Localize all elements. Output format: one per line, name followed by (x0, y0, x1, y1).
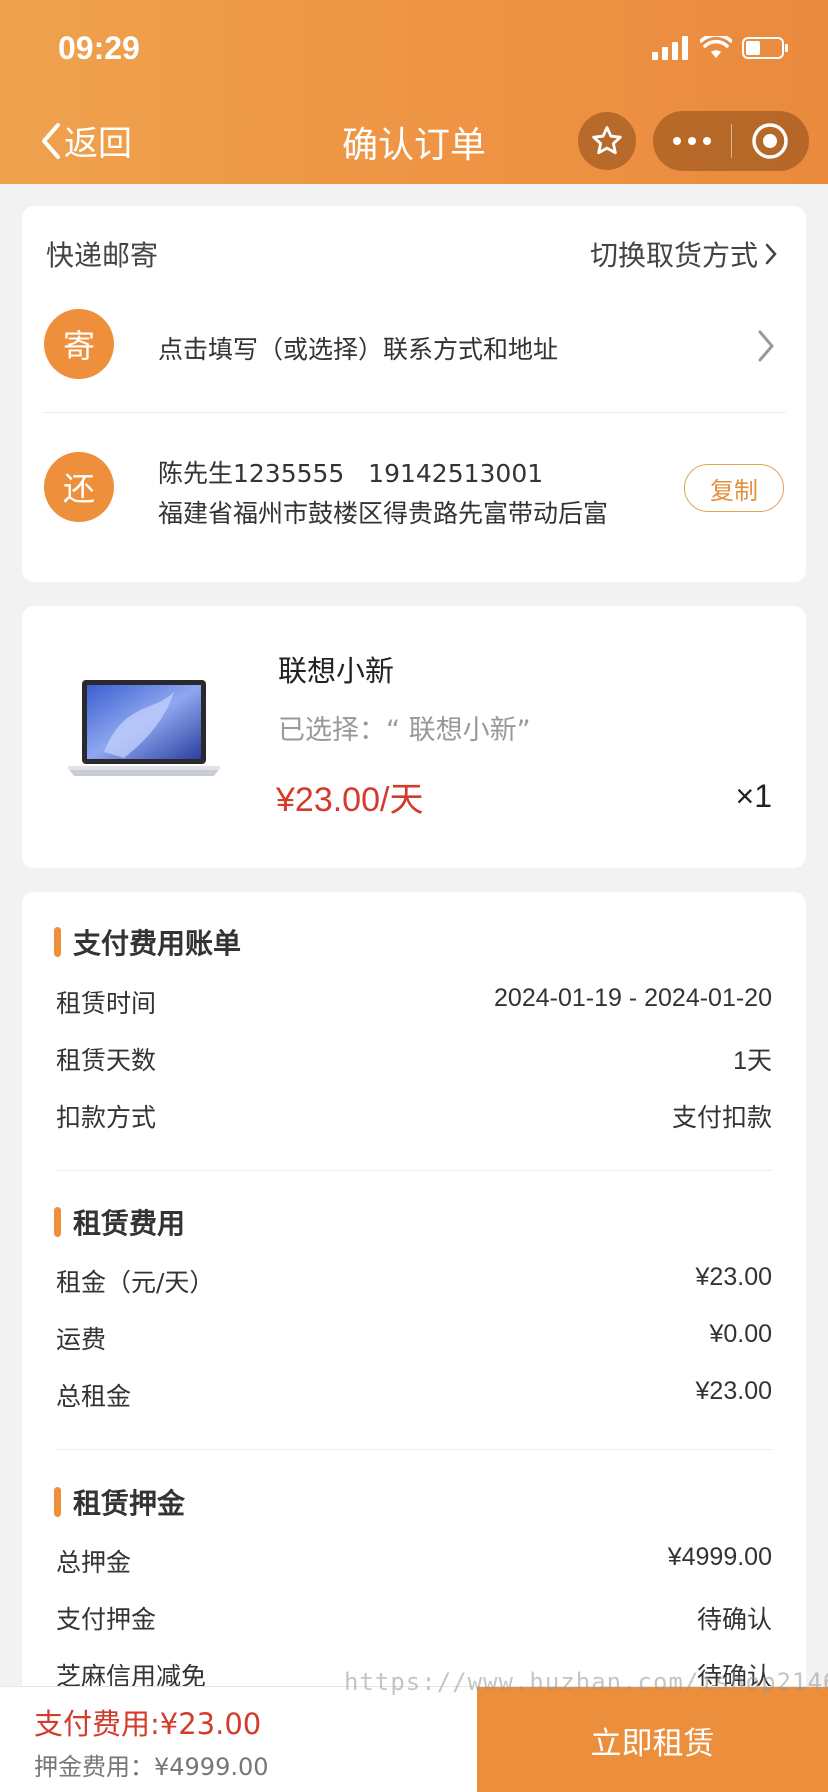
bill-row: 支付押金 待确认 (56, 1600, 772, 1636)
section-header: 支付费用账单 (54, 922, 241, 962)
bill-row-value: 1天 (733, 1047, 772, 1075)
bill-row-value: ¥4999.00 (667, 1543, 772, 1571)
address-divider (42, 412, 786, 413)
send-address-prompt[interactable]: 点击填写（或选择）联系方式和地址 (158, 330, 558, 366)
favorite-button[interactable] (578, 112, 636, 170)
bill-row-label: 扣款方式 (56, 1103, 157, 1132)
return-contact: 陈先生1235555 19142513001 (158, 459, 544, 488)
return-badge: 还 (44, 452, 114, 522)
bill-row-value: 待确认 (696, 1606, 772, 1634)
app-header: 09:29 返回 确认订单 (0, 0, 828, 184)
section-title: 租赁费用 (73, 1207, 186, 1240)
chevron-right-icon (758, 330, 774, 362)
battery-icon (742, 37, 788, 59)
address-card: 快递邮寄 切换取货方式 寄 点击填写（或选择）联系方式和地址 还 陈先生1235… (22, 206, 806, 582)
bill-row: 总租金 ¥23.00 (56, 1377, 772, 1413)
deposit-fee: 押金费用：¥4999.00 (34, 1753, 269, 1781)
bill-row-value: ¥0.00 (709, 1320, 772, 1348)
bill-row: 租赁时间 2024-01-19 - 2024-01-20 (56, 984, 772, 1020)
section-title: 支付费用账单 (73, 927, 242, 960)
close-mini-program-button[interactable] (732, 111, 810, 171)
section-title: 租赁押金 (73, 1487, 186, 1520)
signal-icon (652, 36, 688, 60)
bill-row-label: 总押金 (56, 1548, 132, 1577)
mini-program-capsule (653, 111, 809, 171)
return-address: 福建省福州市鼓楼区得贵路先富带动后富 (158, 499, 609, 528)
bill-card: 支付费用账单 租赁时间 2024-01-19 - 2024-01-20 租赁天数… (22, 892, 806, 1712)
bill-row-value: 支付扣款 (671, 1104, 772, 1132)
bill-row-label: 总租金 (56, 1382, 132, 1411)
bottom-action-bar: 支付费用:¥23.00 押金费用：¥4999.00 立即租赁 (0, 1686, 828, 1792)
bill-row: 租赁天数 1天 (56, 1041, 772, 1077)
switch-pickup-label: 切换取货方式 (589, 239, 758, 272)
product-name: 联想小新 (278, 654, 395, 688)
more-dots-icon (672, 137, 711, 145)
bill-row-label: 租赁天数 (56, 1046, 157, 1075)
more-button[interactable] (653, 111, 731, 171)
bill-row-label: 运费 (56, 1325, 107, 1354)
bill-row: 运费 ¥0.00 (56, 1320, 772, 1356)
laptop-product-image (68, 680, 220, 776)
bill-row-label: 支付押金 (56, 1605, 157, 1634)
section-header: 租赁押金 (54, 1482, 185, 1522)
section-accent-bar (54, 1207, 61, 1237)
chevron-right-icon (765, 243, 777, 265)
bill-row: 总押金 ¥4999.00 (56, 1543, 772, 1579)
product-quantity: ×1 (735, 778, 772, 814)
bill-row-value: ¥23.00 (695, 1263, 772, 1291)
product-card: 联想小新 已选择：“ 联想小新” ¥23.00/天 ×1 (22, 606, 806, 868)
bill-row-value: ¥23.00 (695, 1377, 772, 1405)
section-accent-bar (54, 927, 61, 957)
product-selected-spec: 已选择：“ 联想小新” (278, 715, 531, 746)
star-icon (592, 126, 622, 155)
section-divider (56, 1170, 772, 1171)
bill-row-value: 2024-01-19 - 2024-01-20 (494, 984, 772, 1012)
target-circle-icon (752, 123, 788, 159)
bill-row: 扣款方式 支付扣款 (56, 1098, 772, 1134)
section-divider (56, 1449, 772, 1450)
shipping-method-label: 快递邮寄 (46, 239, 159, 272)
send-badge: 寄 (44, 309, 114, 379)
bill-row-label: 租金（元/天） (56, 1268, 215, 1297)
section-header: 租赁费用 (54, 1202, 185, 1242)
product-price: ¥23.00/天 (276, 781, 424, 819)
status-time: 09:29 (58, 30, 140, 66)
status-icons (652, 36, 790, 60)
rent-now-button[interactable]: 立即租赁 (477, 1687, 828, 1792)
payment-fee: 支付费用:¥23.00 (34, 1707, 262, 1741)
bill-row: 租金（元/天） ¥23.00 (56, 1263, 772, 1299)
watermark-text: https://www.huzhan.com/ishop21464 (344, 1668, 828, 1696)
switch-pickup-method-link[interactable]: 切换取货方式 (590, 234, 778, 274)
wifi-icon (700, 36, 732, 58)
copy-button[interactable]: 复制 (684, 464, 784, 512)
bill-row-label: 租赁时间 (56, 989, 157, 1018)
section-accent-bar (54, 1487, 61, 1517)
send-address-chevron[interactable] (756, 328, 776, 368)
